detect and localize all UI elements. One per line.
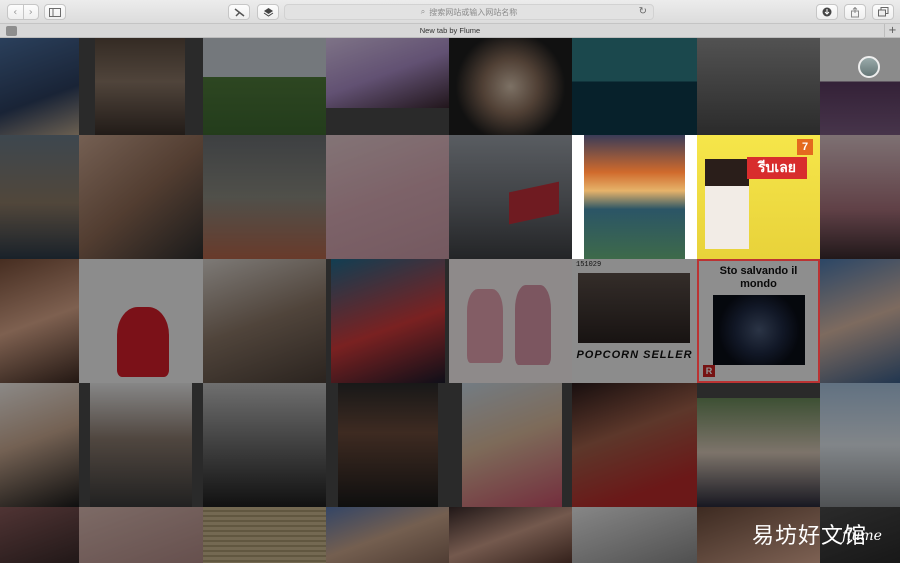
- photo-tile[interactable]: [203, 507, 326, 563]
- caption-tile[interactable]: Sto salvando il mondo R: [697, 259, 820, 383]
- photo-tile[interactable]: [0, 38, 79, 135]
- tab-title[interactable]: New tab by Flume: [420, 26, 480, 35]
- photo-tile[interactable]: [449, 38, 572, 135]
- sidebar-icon: [49, 7, 61, 17]
- tabs-overview-button[interactable]: [872, 4, 894, 20]
- photo-tile[interactable]: [572, 38, 697, 135]
- reload-icon[interactable]: ↻: [639, 6, 647, 17]
- photo-tile[interactable]: [326, 135, 449, 259]
- photo-tile[interactable]: [449, 507, 572, 563]
- photo-tile[interactable]: [462, 383, 562, 507]
- tabs-overview-icon: [877, 7, 888, 17]
- person-figure: [705, 159, 749, 249]
- photo-tile[interactable]: [326, 507, 449, 563]
- photo-tile[interactable]: [338, 383, 438, 507]
- photo-tile[interactable]: [820, 38, 900, 135]
- photo-tile[interactable]: [203, 38, 326, 135]
- download-icon: [822, 7, 832, 17]
- r-badge: R: [703, 365, 715, 377]
- photo-tile[interactable]: [449, 259, 572, 383]
- forward-button[interactable]: ›: [22, 5, 39, 19]
- photo-tile[interactable]: [697, 398, 820, 507]
- photo-tile[interactable]: [572, 507, 697, 563]
- photo-tile[interactable]: [697, 38, 820, 135]
- photo-tile[interactable]: [79, 507, 203, 563]
- back-button[interactable]: ‹: [8, 5, 23, 19]
- layers-button[interactable]: [257, 4, 279, 20]
- doodle-photo: [578, 273, 690, 343]
- share-icon: [851, 6, 859, 17]
- tab-favicon-icon: [6, 26, 17, 36]
- tile-caption: Sto salvando il mondo: [719, 265, 798, 290]
- photo-tile[interactable]: [820, 383, 900, 507]
- address-placeholder: 搜索网站或输入网站名称: [429, 7, 518, 17]
- photo-tile[interactable]: [326, 38, 449, 108]
- photo-tile-highlighted[interactable]: [572, 135, 697, 259]
- photo-tile[interactable]: [0, 259, 79, 383]
- address-bar[interactable]: ⌕ 搜索网站或输入网站名称 ↻: [284, 4, 654, 20]
- flag-shape: [509, 181, 559, 225]
- share-button[interactable]: [844, 4, 866, 20]
- photo-tile[interactable]: [449, 135, 572, 259]
- photo-tile[interactable]: [203, 259, 326, 383]
- brand-logo: 7: [797, 139, 813, 155]
- baby-figure: [467, 289, 503, 363]
- avatar[interactable]: [858, 56, 880, 78]
- photo-tile[interactable]: [79, 135, 203, 259]
- new-tab-button[interactable]: +: [884, 24, 900, 37]
- red-dress-shape: [117, 307, 169, 377]
- photo-tile[interactable]: [203, 135, 326, 259]
- search-icon: ⌕: [420, 7, 426, 16]
- photo-tile[interactable]: [331, 259, 445, 383]
- photo-tile[interactable]: [820, 135, 900, 259]
- history-nav: ‹ ›: [7, 4, 39, 20]
- photo-tile[interactable]: [572, 383, 697, 507]
- tools-button[interactable]: [228, 4, 250, 20]
- sidebar-button[interactable]: [44, 4, 66, 20]
- tab-bar: New tab by Flume +: [0, 24, 900, 38]
- earth-image: [713, 295, 805, 365]
- watermark-brand: flume: [842, 528, 882, 544]
- layers-icon: [263, 8, 273, 17]
- photo-tile[interactable]: [203, 383, 326, 507]
- photo-tile[interactable]: [79, 259, 203, 383]
- baby-figure: [515, 285, 551, 365]
- doodle-date: 151029: [576, 261, 602, 269]
- landscape-image: [584, 135, 685, 259]
- photo-tile[interactable]: [820, 259, 900, 383]
- browser-toolbar: ‹ › ⌕ 搜索网站或输入网站名称 ↻: [0, 0, 900, 24]
- download-button[interactable]: [816, 4, 838, 20]
- photo-tile-highlighted[interactable]: รีบเลย 7: [697, 135, 820, 259]
- photo-grid: รีบเลย 7 151029 POPCORN SELLER Sto salva…: [0, 38, 900, 563]
- photo-tile[interactable]: [0, 383, 79, 507]
- photo-tile[interactable]: [0, 507, 79, 563]
- photo-tile[interactable]: [0, 135, 79, 259]
- doodle-caption: POPCORN SELLER: [576, 349, 693, 361]
- ad-headline: รีบเลย: [747, 157, 807, 179]
- photo-tile[interactable]: [95, 38, 185, 135]
- photo-tile[interactable]: [90, 383, 192, 507]
- photo-tile[interactable]: 151029 POPCORN SELLER: [572, 259, 697, 383]
- tools-icon: [234, 7, 244, 17]
